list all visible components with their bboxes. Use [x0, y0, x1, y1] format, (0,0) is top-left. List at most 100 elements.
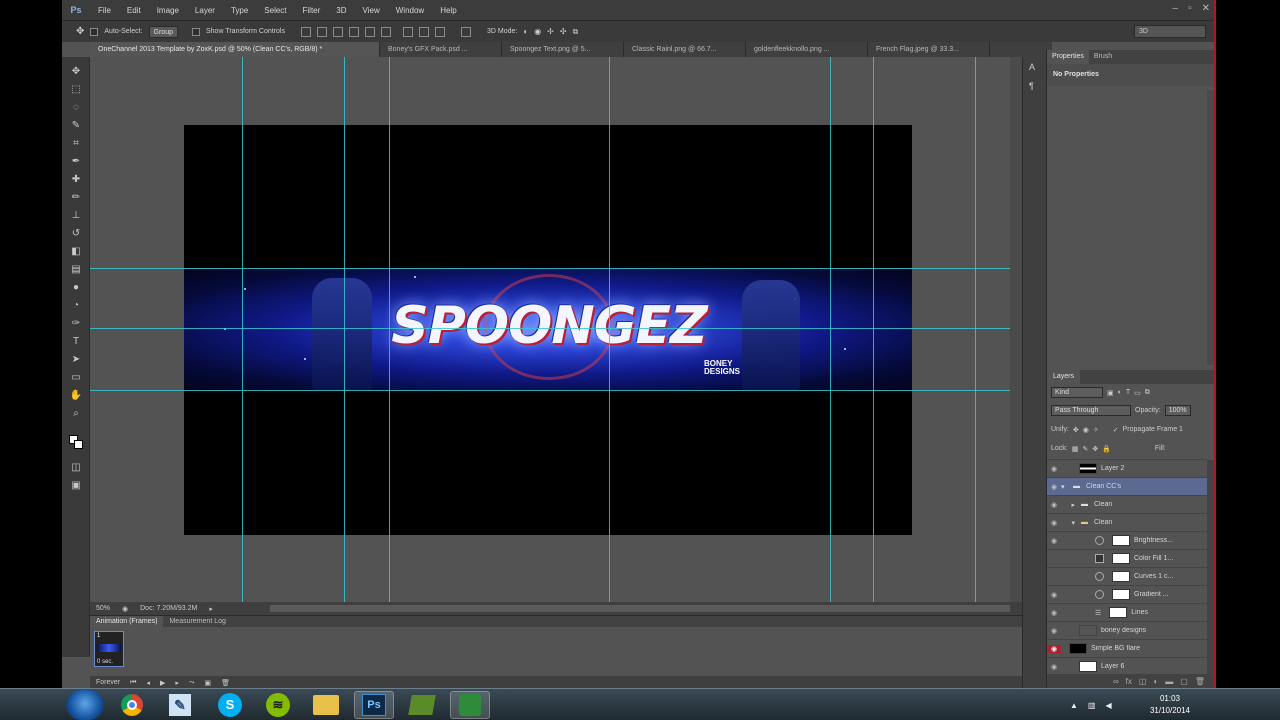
pen-tool-icon[interactable]: ✑: [69, 317, 83, 331]
gradient-tool-icon[interactable]: ▤: [69, 263, 83, 277]
guide-vertical[interactable]: [344, 57, 345, 602]
collapse-arrow-icon[interactable]: ▸: [1061, 501, 1075, 509]
tab-french-flag[interactable]: French Flag.jpeg @ 33.3...: [868, 42, 990, 57]
history-brush-icon[interactable]: ↺: [69, 227, 83, 241]
layer-row[interactable]: ◉ Simple BG flare: [1047, 639, 1207, 657]
eraser-tool-icon[interactable]: ◧: [69, 245, 83, 259]
color-swatches-icon[interactable]: [69, 435, 83, 449]
guide-vertical[interactable]: [242, 57, 243, 602]
guide-vertical[interactable]: [609, 57, 610, 602]
canvas-area[interactable]: SPOONGEZ BONEY DESIGNS: [90, 57, 1010, 602]
expand-arrow-icon[interactable]: ▾: [1061, 519, 1075, 527]
layer-row-selected[interactable]: ◉ ▾ ▬ Clean CC's: [1047, 477, 1207, 495]
move-tool-icon[interactable]: ✥: [69, 65, 83, 79]
guide-vertical[interactable]: [975, 57, 976, 602]
layer-name[interactable]: Layer 2: [1101, 465, 1124, 472]
link-layers-icon[interactable]: ∞: [1113, 677, 1119, 686]
visibility-eye-icon[interactable]: ◉: [1047, 483, 1061, 491]
layer-row[interactable]: ◉ boney designs: [1047, 621, 1207, 639]
minimize-icon[interactable]: –: [1173, 3, 1179, 14]
taskbar-camtasia-icon[interactable]: [450, 691, 490, 719]
menu-select[interactable]: Select: [256, 6, 294, 15]
taskbar-spotify-icon[interactable]: ≋: [258, 691, 298, 719]
layer-row[interactable]: ◉ Brightness...: [1047, 531, 1207, 549]
path-select-tool-icon[interactable]: ➤: [69, 353, 83, 367]
menu-view[interactable]: View: [355, 6, 388, 15]
layer-name[interactable]: boney designs: [1101, 627, 1146, 634]
filter-pixel-icon[interactable]: ▣: [1107, 389, 1114, 397]
menu-filter[interactable]: Filter: [295, 6, 329, 15]
lasso-tool-icon[interactable]: ◌: [69, 101, 83, 115]
tab-onechannel-template[interactable]: OneChannel 2013 Template by ZoxK.psd @ 5…: [90, 42, 380, 57]
guide-horizontal[interactable]: [90, 390, 1010, 391]
maximize-icon[interactable]: ▫: [1188, 3, 1192, 14]
prev-frame-icon[interactable]: ◂: [146, 679, 150, 687]
taskbar-paint-icon[interactable]: ✎: [160, 691, 200, 719]
animation-frame[interactable]: 1 0 sec.: [94, 631, 124, 667]
guide-vertical[interactable]: [873, 57, 874, 602]
align-top-icon[interactable]: [300, 26, 311, 37]
visibility-eye-icon[interactable]: ◉: [1047, 537, 1061, 545]
layer-style-icon[interactable]: fx: [1126, 677, 1132, 686]
blur-tool-icon[interactable]: ●: [69, 281, 83, 295]
crop-tool-icon[interactable]: ⌗: [69, 137, 83, 151]
layer-row[interactable]: ◉ ☰ Lines: [1047, 603, 1207, 621]
layer-row[interactable]: ◉ ▸ ▬ Clean: [1047, 495, 1207, 513]
layer-name[interactable]: Brightness...: [1134, 537, 1173, 544]
expand-arrow-icon[interactable]: ▾: [1061, 483, 1067, 491]
new-group-icon[interactable]: ▬: [1165, 677, 1173, 686]
tab-boneys-gfx-pack[interactable]: Boney's GFX Pack.psd ...: [380, 42, 502, 57]
layer-row[interactable]: ◉ ▾ ▬ Clean: [1047, 513, 1207, 531]
3d-drag-icon[interactable]: ✢: [547, 27, 554, 36]
taskbar-explorer-icon[interactable]: [306, 691, 346, 719]
guide-vertical[interactable]: [830, 57, 831, 602]
blend-mode-dropdown[interactable]: Pass Through: [1051, 405, 1131, 416]
3d-rotate-icon[interactable]: ◐: [523, 27, 528, 36]
menu-type[interactable]: Type: [223, 6, 256, 15]
visibility-eye-icon[interactable]: ◉: [1047, 644, 1061, 653]
shape-tool-icon[interactable]: ▭: [69, 371, 83, 385]
visibility-eye-icon[interactable]: ◉: [1047, 501, 1061, 509]
zoom-level[interactable]: 50%: [96, 605, 110, 612]
auto-select-checkbox[interactable]: [90, 27, 99, 36]
tab-goldenfleek[interactable]: goldenfleekknollo.png ...: [746, 42, 868, 57]
distribute-icon-2[interactable]: [418, 26, 429, 37]
opacity-input[interactable]: 100%: [1164, 405, 1191, 416]
delete-layer-icon[interactable]: 🗑: [1195, 677, 1205, 686]
tween-icon[interactable]: ⤳: [189, 679, 195, 687]
menu-3d[interactable]: 3D: [328, 6, 354, 15]
show-transform-checkbox[interactable]: [192, 27, 200, 36]
layer-row[interactable]: ◉ Gradient ...: [1047, 585, 1207, 603]
guide-horizontal[interactable]: [90, 268, 1010, 269]
stamp-tool-icon[interactable]: ⊥: [69, 209, 83, 223]
tray-arrow-icon[interactable]: ▲: [1070, 701, 1078, 710]
align-hcenter-icon[interactable]: [364, 26, 375, 37]
menu-help[interactable]: Help: [432, 6, 464, 15]
loop-dropdown[interactable]: Forever: [96, 679, 120, 686]
close-icon[interactable]: ✕: [1202, 3, 1210, 14]
layer-name[interactable]: Clean: [1094, 519, 1112, 526]
unify-position-icon[interactable]: ✥: [1073, 426, 1079, 434]
quick-mask-icon[interactable]: ◫: [69, 461, 83, 475]
quick-select-tool-icon[interactable]: ✎: [69, 119, 83, 133]
filter-adjust-icon[interactable]: ◐: [1118, 389, 1122, 396]
auto-select-dropdown[interactable]: Group: [148, 25, 178, 38]
align-bottom-icon[interactable]: [332, 26, 343, 37]
layer-name[interactable]: Gradient ...: [1134, 591, 1169, 598]
tab-classic-rainl[interactable]: Classic Rainl.png @ 66.7...: [624, 42, 746, 57]
type-tool-icon[interactable]: T: [69, 335, 83, 349]
delete-frame-icon[interactable]: 🗑: [221, 679, 230, 687]
lock-transparency-icon[interactable]: ▦: [1072, 445, 1079, 453]
3d-roll-icon[interactable]: ◉: [534, 27, 541, 36]
hand-tool-icon[interactable]: ✋: [69, 389, 83, 403]
layer-name[interactable]: Color Fill 1...: [1134, 555, 1173, 562]
doc-size[interactable]: Doc: 7.20M/93.2M: [140, 605, 197, 612]
layer-row[interactable]: ◉ Layer 2: [1047, 459, 1207, 477]
layer-name[interactable]: Curves 1 c...: [1134, 573, 1173, 580]
next-frame-icon[interactable]: ▸: [175, 679, 179, 687]
tab-brush[interactable]: Brush: [1089, 50, 1117, 64]
taskbar-nvidia-icon[interactable]: [402, 691, 442, 719]
layer-name[interactable]: Lines: [1131, 609, 1148, 616]
tab-properties[interactable]: Properties: [1047, 50, 1089, 64]
visibility-eye-icon[interactable]: ◉: [1047, 627, 1061, 635]
